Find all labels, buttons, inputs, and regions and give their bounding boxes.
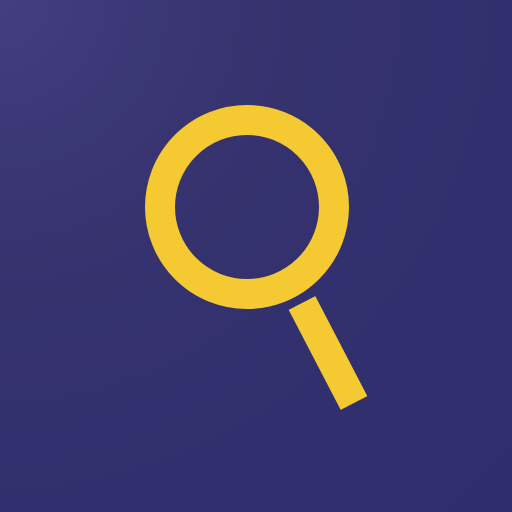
search-icon	[145, 105, 368, 410]
magnifier-handle	[288, 296, 368, 410]
app-icon	[0, 0, 512, 512]
magnifier-lens	[145, 105, 349, 309]
